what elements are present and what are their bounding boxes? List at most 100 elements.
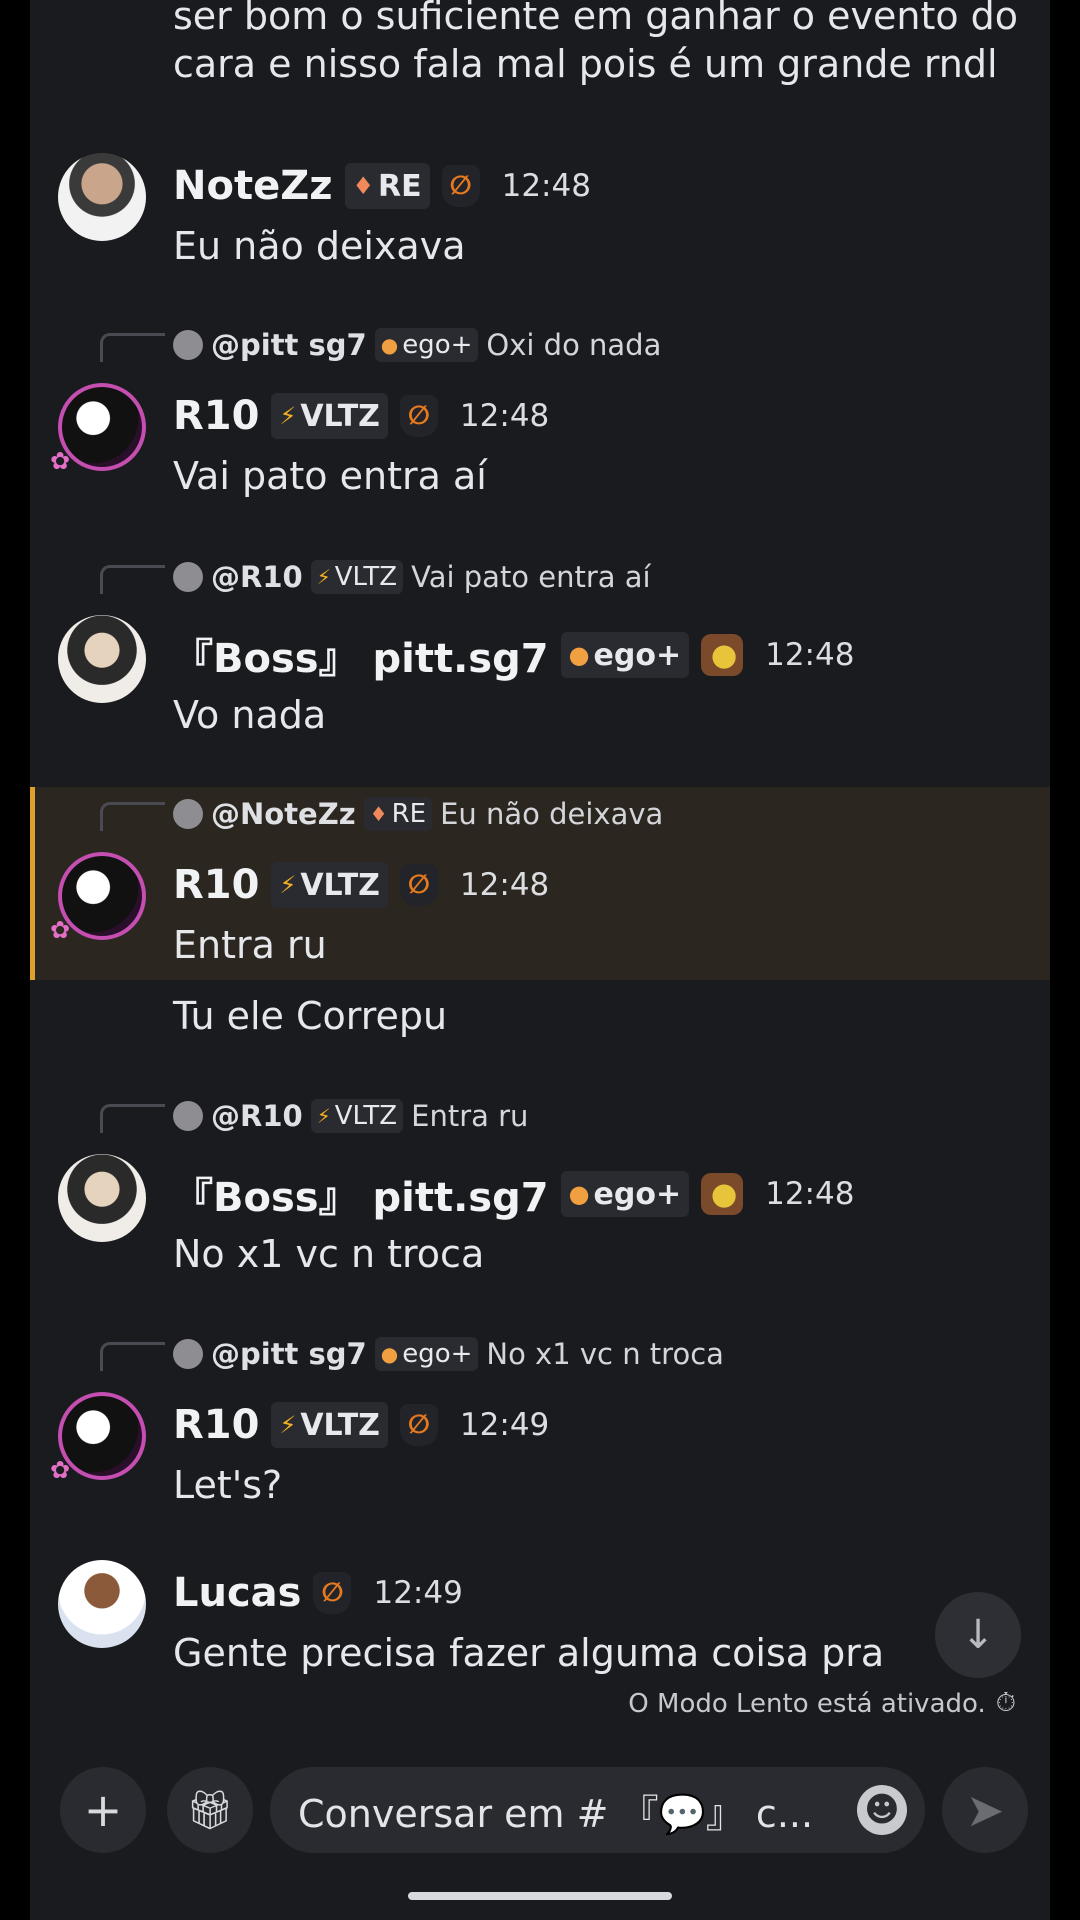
timestamp: 12:49	[459, 1407, 550, 1443]
reply-connector	[100, 333, 165, 362]
lightning-icon: ⚡	[279, 871, 297, 899]
guild-tag[interactable]: ⚡ VLTZ	[271, 393, 388, 439]
message-text: Vai pato entra aí	[173, 454, 487, 498]
lightning-icon: ⚡	[279, 1411, 297, 1439]
chat-app: ser bom o suficiente em ganhar o evento …	[30, 0, 1050, 1920]
reply-username: @NoteZz	[211, 797, 356, 831]
add-attachment-button[interactable]: +	[60, 1767, 146, 1853]
profile-badge-icon[interactable]	[701, 1173, 744, 1215]
reply-avatar	[173, 330, 203, 360]
message-header: Lucas ∅ 12:49	[173, 1565, 463, 1621]
message-text: Tu ele Correpu	[173, 994, 448, 1038]
reply-preview[interactable]: @R10 ⚡ VLTZ Vai pato entra aí	[173, 555, 651, 599]
username[interactable]: R10	[173, 393, 259, 439]
reply-connector	[100, 1104, 165, 1133]
scroll-to-bottom-button[interactable]: ↓	[935, 1592, 1021, 1678]
message-header: 『Boss』 pitt.sg7 ● ego+ 12:48	[173, 1166, 854, 1222]
reply-avatar	[173, 799, 203, 829]
message-text: Vo nada	[173, 693, 327, 737]
reply-text: No x1 vc n troca	[486, 1337, 724, 1371]
smiley-icon: ☻	[864, 1790, 900, 1830]
lightning-icon: ⚡	[316, 1104, 331, 1128]
avatar[interactable]	[58, 615, 146, 703]
plus-icon: +	[83, 1783, 123, 1837]
gem-icon: ♦	[352, 172, 375, 200]
reply-tag: ● ego+	[374, 1337, 479, 1371]
message-text: Gente precisa fazer alguma coisa pra	[173, 1631, 885, 1675]
username[interactable]: R10	[173, 1402, 259, 1448]
leaf-badge-icon[interactable]: ∅	[399, 395, 438, 437]
lightning-icon: ⚡	[316, 565, 331, 589]
message-text: cara e nisso fala mal pois é um grande r…	[173, 42, 998, 86]
reply-tag: ⚡ VLTZ	[310, 560, 404, 594]
guild-tag[interactable]: ⚡ VLTZ	[271, 862, 388, 908]
fire-icon: ●	[568, 641, 590, 669]
message-text: Entra ru	[173, 923, 327, 967]
reply-preview[interactable]: @pitt sg7 ● ego+ No x1 vc n troca	[173, 1332, 724, 1376]
bow-decoration-icon: ✿	[50, 447, 71, 475]
timestamp: 12:48	[459, 867, 550, 903]
leaf-badge-icon[interactable]: ∅	[313, 1572, 352, 1614]
reply-username: @pitt sg7	[211, 1337, 367, 1371]
arrow-down-icon: ↓	[961, 1612, 995, 1658]
reply-username: @pitt sg7	[211, 328, 367, 362]
reply-tag: ● ego+	[374, 328, 479, 362]
reply-username: @R10	[211, 1099, 303, 1133]
reply-preview[interactable]: @pitt sg7 ● ego+ Oxi do nada	[173, 323, 661, 367]
username[interactable]: 『Boss』 pitt.sg7	[173, 1165, 549, 1223]
message-header: 『Boss』 pitt.sg7 ● ego+ 12:48	[173, 627, 854, 683]
fire-icon: ●	[380, 333, 399, 357]
gift-icon: 🎁︎	[185, 1787, 235, 1832]
timestamp: 12:48	[765, 637, 855, 673]
avatar[interactable]	[58, 1560, 146, 1648]
guild-tag[interactable]: ● ego+	[560, 1171, 690, 1217]
reply-connector	[100, 1342, 165, 1371]
message-input-placeholder: Conversar em # 『💬』 c...	[298, 1791, 814, 1836]
reply-username: @R10	[211, 560, 303, 594]
timestamp: 12:48	[459, 398, 550, 434]
leaf-badge-icon[interactable]: ∅	[399, 864, 438, 906]
reply-preview[interactable]: @R10 ⚡ VLTZ Entra ru	[173, 1094, 528, 1138]
username[interactable]: 『Boss』 pitt.sg7	[173, 626, 549, 684]
send-arrow-icon: ➤	[965, 1783, 1005, 1837]
lightning-icon: ⚡	[279, 402, 297, 430]
profile-badge-icon[interactable]	[701, 634, 744, 676]
leaf-badge-icon[interactable]: ∅	[441, 165, 480, 207]
fire-icon: ●	[568, 1180, 590, 1208]
message-text: Eu não deixava	[173, 224, 466, 268]
home-indicator[interactable]	[408, 1892, 672, 1900]
guild-tag[interactable]: ● ego+	[560, 632, 690, 678]
slowmode-notice: O Modo Lento está ativado. ⏱	[628, 1688, 1016, 1719]
reply-text: Vai pato entra aí	[411, 560, 651, 594]
message-list[interactable]: ser bom o suficiente em ganhar o evento …	[30, 0, 1050, 1745]
reply-avatar	[173, 1339, 203, 1369]
leaf-badge-icon[interactable]: ∅	[399, 1404, 438, 1446]
emoji-button[interactable]: ☻	[857, 1785, 907, 1835]
timer-icon: ⏱	[995, 1688, 1016, 1718]
reply-preview[interactable]: @NoteZz ♦ RE Eu não deixava	[173, 792, 663, 836]
message-header: R10 ⚡ VLTZ ∅ 12:48	[173, 388, 549, 444]
reply-connector	[100, 802, 165, 831]
avatar[interactable]	[58, 153, 146, 241]
message-header: R10 ⚡ VLTZ ∅ 12:48	[173, 857, 549, 913]
reply-tag: ⚡ VLTZ	[310, 1099, 404, 1133]
message-input[interactable]: Conversar em # 『💬』 c... ☻	[270, 1767, 925, 1853]
username[interactable]: R10	[173, 862, 259, 908]
reply-avatar	[173, 562, 203, 592]
guild-tag[interactable]: ♦ RE	[344, 163, 430, 209]
gem-icon: ♦	[369, 802, 388, 826]
reply-text: Eu não deixava	[440, 797, 664, 831]
send-button[interactable]: ➤	[942, 1767, 1028, 1853]
reply-tag: ♦ RE	[363, 797, 433, 831]
gift-button[interactable]: 🎁︎	[167, 1767, 253, 1853]
username[interactable]: Lucas	[173, 1570, 301, 1616]
guild-tag[interactable]: ⚡ VLTZ	[271, 1402, 388, 1448]
timestamp: 12:49	[373, 1575, 463, 1611]
message-text: Let's?	[173, 1463, 283, 1507]
avatar[interactable]	[58, 1154, 146, 1242]
username[interactable]: NoteZz	[173, 163, 333, 209]
bow-decoration-icon: ✿	[50, 916, 71, 944]
reply-connector	[100, 565, 165, 594]
message-text: No x1 vc n troca	[173, 1232, 485, 1276]
reply-text: Oxi do nada	[486, 328, 662, 362]
